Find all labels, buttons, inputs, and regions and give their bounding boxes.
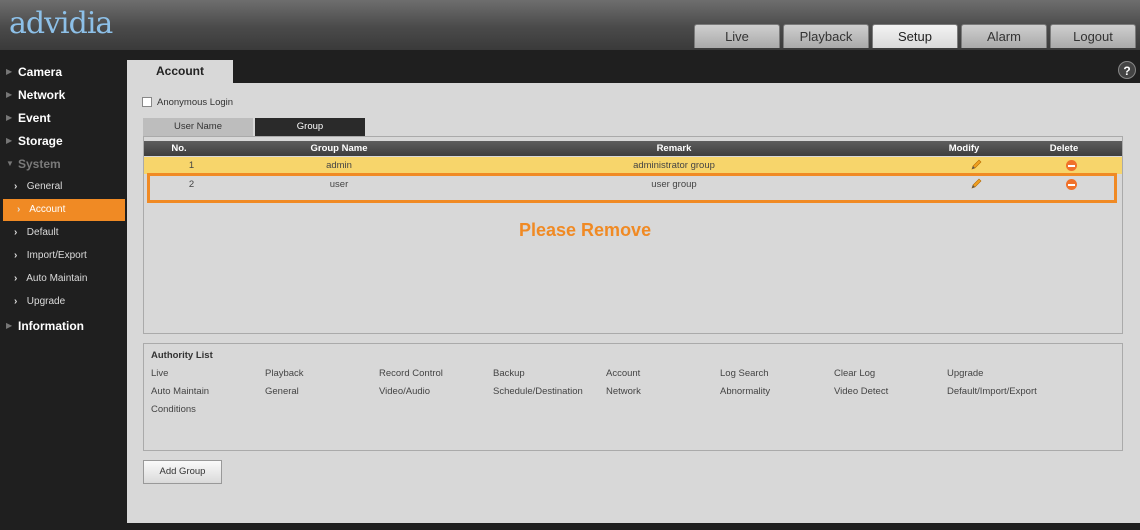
- sidebar-item-event[interactable]: ▶ Event: [0, 107, 126, 129]
- table-row[interactable]: 1 admin administrator group: [144, 157, 1122, 174]
- cell-group-name: admin: [326, 160, 352, 171]
- sidebar-item-label: General: [26, 181, 63, 192]
- sidebar-item-label: Event: [18, 111, 51, 125]
- subtab-user-name[interactable]: User Name: [143, 118, 253, 136]
- sidebar-item-upgrade[interactable]: › Upgrade: [0, 291, 126, 313]
- authority-item: Auto Maintain: [151, 386, 210, 397]
- sidebar-item-general[interactable]: › General: [0, 176, 126, 198]
- header-delete: Delete: [1049, 143, 1079, 154]
- authority-title: Authority List: [151, 350, 213, 361]
- sidebar-item-label: Information: [18, 319, 84, 333]
- authority-item: Account: [606, 368, 641, 379]
- header-remark: Remark: [656, 143, 692, 154]
- brand-logo: advidia: [9, 6, 113, 41]
- content-header: Account ?: [127, 60, 1140, 83]
- tab-setup[interactable]: Setup: [872, 24, 958, 48]
- triangle-right-icon: ▶: [6, 113, 13, 122]
- header-group-name: Group Name: [310, 143, 368, 154]
- remove-annotation: Please Remove: [519, 220, 652, 240]
- sidebar-item-label: System: [18, 157, 61, 171]
- chevron-right-icon: ›: [17, 204, 21, 215]
- sidebar-item-label: Storage: [18, 134, 63, 148]
- tab-logout[interactable]: Logout: [1050, 24, 1136, 48]
- sidebar-item-label: Network: [18, 88, 66, 102]
- highlight-box: [147, 173, 1117, 203]
- header-modify: Modify: [948, 143, 980, 154]
- pencil-icon[interactable]: [970, 159, 982, 171]
- sidebar-item-label: Camera: [18, 65, 63, 79]
- anonymous-login-label: Anonymous Login: [157, 97, 234, 108]
- chevron-right-icon: ›: [14, 273, 18, 284]
- triangle-right-icon: ▶: [6, 90, 13, 99]
- tab-alarm[interactable]: Alarm: [961, 24, 1047, 48]
- authority-list: Authority List Live Playback Record Cont…: [143, 343, 1123, 451]
- sidebar-item-label: Account: [29, 204, 66, 215]
- tab-account[interactable]: Account: [127, 60, 233, 83]
- sidebar-item-network[interactable]: ▶ Network: [0, 84, 126, 106]
- sidebar-item-account[interactable]: › Account: [3, 199, 125, 221]
- authority-item: Backup: [493, 368, 525, 379]
- authority-item: Live: [151, 368, 169, 379]
- authority-item: Network: [606, 386, 641, 397]
- authority-item: Clear Log: [834, 368, 876, 379]
- triangle-down-icon: ▼: [6, 159, 14, 168]
- anonymous-login-checkbox[interactable]: [142, 97, 152, 108]
- authority-item: Upgrade: [947, 368, 984, 379]
- triangle-right-icon: ▶: [6, 67, 13, 76]
- top-bar: advidia Live Playback Setup Alarm Logout: [0, 0, 1140, 50]
- authority-item: Conditions: [151, 404, 196, 415]
- chevron-right-icon: ›: [14, 250, 18, 261]
- authority-item: Schedule/Destination: [493, 386, 583, 397]
- triangle-right-icon: ▶: [6, 136, 13, 145]
- sidebar-item-label: Import/Export: [26, 250, 87, 261]
- chevron-right-icon: ›: [14, 296, 18, 307]
- add-group-button[interactable]: Add Group: [143, 460, 222, 484]
- table-header: No. Group Name Remark Modify Delete: [144, 141, 1122, 156]
- sidebar-item-label: Upgrade: [26, 296, 66, 307]
- sidebar-item-storage[interactable]: ▶ Storage: [0, 130, 126, 152]
- authority-item: Video Detect: [834, 386, 889, 397]
- help-icon[interactable]: ?: [1118, 61, 1136, 79]
- header-no: No.: [171, 143, 187, 154]
- sidebar-item-import-export[interactable]: › Import/Export: [0, 245, 126, 267]
- authority-item: Playback: [265, 368, 304, 379]
- sidebar-item-auto-maintain[interactable]: › Auto Maintain: [0, 268, 126, 290]
- delete-icon[interactable]: [1066, 160, 1077, 171]
- anonymous-login[interactable]: Anonymous Login: [142, 97, 233, 108]
- authority-item: Default/Import/Export: [947, 386, 1037, 397]
- authority-item: Record Control: [379, 368, 443, 379]
- authority-item: Log Search: [720, 368, 769, 379]
- sidebar-item-label: Auto Maintain: [26, 273, 88, 284]
- cell-no: 1: [188, 160, 195, 171]
- tab-playback[interactable]: Playback: [783, 24, 869, 48]
- sidebar-item-default[interactable]: › Default: [0, 222, 126, 244]
- authority-item: Video/Audio: [379, 386, 431, 397]
- tab-live[interactable]: Live: [694, 24, 780, 48]
- subtab-group[interactable]: Group: [255, 118, 365, 136]
- chevron-right-icon: ›: [14, 227, 18, 238]
- sidebar-item-camera[interactable]: ▶ Camera: [0, 61, 126, 83]
- sidebar-item-label: Default: [26, 227, 59, 238]
- sidebar-item-information[interactable]: ▶ Information: [0, 315, 126, 337]
- cell-remark: administrator group: [633, 160, 715, 171]
- sidebar: ▶ Camera ▶ Network ▶ Event ▶ Storage ▼ S…: [0, 50, 126, 530]
- authority-item: General: [265, 386, 299, 397]
- authority-item: Abnormality: [720, 386, 771, 397]
- sidebar-item-system[interactable]: ▼ System: [0, 153, 126, 175]
- chevron-right-icon: ›: [14, 181, 18, 192]
- main-content: Account ? Anonymous Login User Name Grou…: [127, 60, 1140, 523]
- triangle-right-icon: ▶: [6, 321, 13, 330]
